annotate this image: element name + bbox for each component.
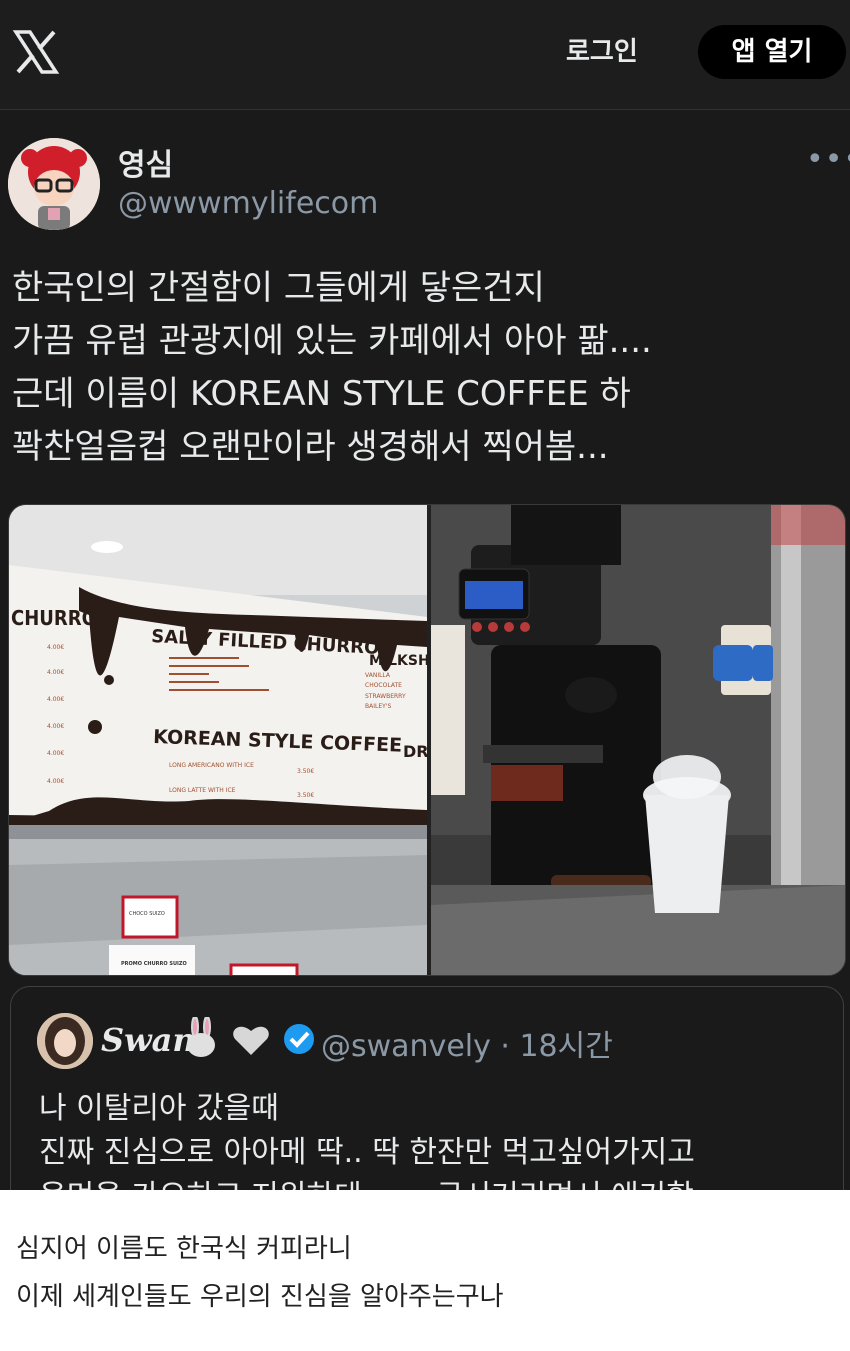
author-avatar[interactable]	[8, 138, 100, 230]
author-handle[interactable]: @wwwmylifecom	[118, 186, 378, 221]
tweet-line: 한국인의 간절함이 그들에게 닿은건지	[12, 268, 545, 308]
heart-icon	[233, 1026, 269, 1055]
left-price: 4.00€	[47, 669, 64, 676]
menu-board-photo[interactable]: CHURROS SALTY FILLED CHURROS MILKSH 4.00…	[9, 505, 427, 976]
quoted-tweet[interactable]: Swan @swanvely · 18시간 나 이탈리아 갔을때 진짜 진심으로…	[10, 986, 844, 1190]
quote-avatar-icon	[37, 1013, 93, 1069]
menu-drinks-title: DRI	[403, 742, 427, 761]
right-item: STRAWBERRY	[365, 693, 406, 700]
tweet-line: 근데 이름이 KOREAN STYLE COFFEE 하	[12, 374, 631, 414]
open-app-button[interactable]: 앱 열기	[698, 25, 846, 79]
left-price: 4.00€	[47, 644, 64, 651]
left-price: 4.00€	[47, 696, 64, 703]
quote-author-avatar[interactable]	[37, 1013, 93, 1069]
quote-line: 용먼을 가오하고 지워하데 ㅜㅜ 구시거리며서 애기함ㅠ	[39, 1171, 721, 1190]
right-item: BAILEY'S	[365, 703, 391, 710]
quote-name-emoji-icons	[187, 1017, 314, 1057]
coffee-grinder-photo[interactable]	[431, 505, 846, 976]
menu-item: LONG LATTE WITH ICE	[169, 787, 236, 794]
menu-item: LONG AMERICANO WITH ICE	[169, 762, 254, 769]
tweet-line: 꽉찬얼음컵 오랜만이라 생경해서 찍어봄...	[12, 427, 609, 467]
avatar-illustration-icon	[8, 138, 100, 230]
tweet-screenshot: 로그인 앱 열기 영심 @wwwmylifecom ••• 한국인의 간절함이 …	[0, 0, 850, 1190]
caption-line: 이제 세계인들도 우리의 진심을 알아주는구나	[16, 1282, 504, 1312]
rabbit-icon	[187, 1017, 215, 1057]
top-bar: 로그인 앱 열기	[0, 0, 850, 110]
promo-sign: PROMO CHURRO SUIZO	[121, 961, 187, 967]
quote-line: 나 이탈리아 갔을때	[39, 1091, 279, 1126]
right-item: CHOCOLATE	[365, 682, 402, 689]
author-display-name[interactable]: 영심	[118, 140, 173, 184]
price-sign: CHOCO SUIZO	[129, 911, 165, 917]
caption-line: 심지어 이름도 한국식 커피라니	[16, 1234, 352, 1264]
more-options-icon[interactable]: •••	[806, 142, 850, 177]
left-price: 4.00€	[47, 750, 64, 757]
tweet-line: 가끔 유럽 관광지에 있는 카페에서 아아 팖....	[12, 321, 652, 361]
menu-price: 3.50€	[297, 792, 314, 799]
quote-handle-time[interactable]: @swanvely · 18시간	[321, 1021, 613, 1065]
menu-price: 3.50€	[297, 768, 314, 775]
tweet-media[interactable]: CHURROS SALTY FILLED CHURROS MILKSH 4.00…	[8, 504, 846, 976]
left-price: 4.00€	[47, 723, 64, 730]
quote-line: 진짜 진심으로 아아메 딱.. 딱 한잔만 먹고싶어가지고	[39, 1135, 695, 1170]
verified-badge-icon	[284, 1024, 314, 1054]
x-logo-icon[interactable]	[12, 28, 60, 76]
left-price: 4.00€	[47, 778, 64, 785]
tweet-text: 한국인의 간절함이 그들에게 닿은건지 가끔 유럽 관광지에 있는 카페에서 아…	[12, 262, 842, 474]
menu-left-title: CHURROS	[11, 606, 110, 630]
right-item: VANILLA	[365, 672, 391, 679]
menu-right-title: MILKSH	[369, 653, 427, 669]
login-button[interactable]: 로그인	[566, 32, 638, 72]
